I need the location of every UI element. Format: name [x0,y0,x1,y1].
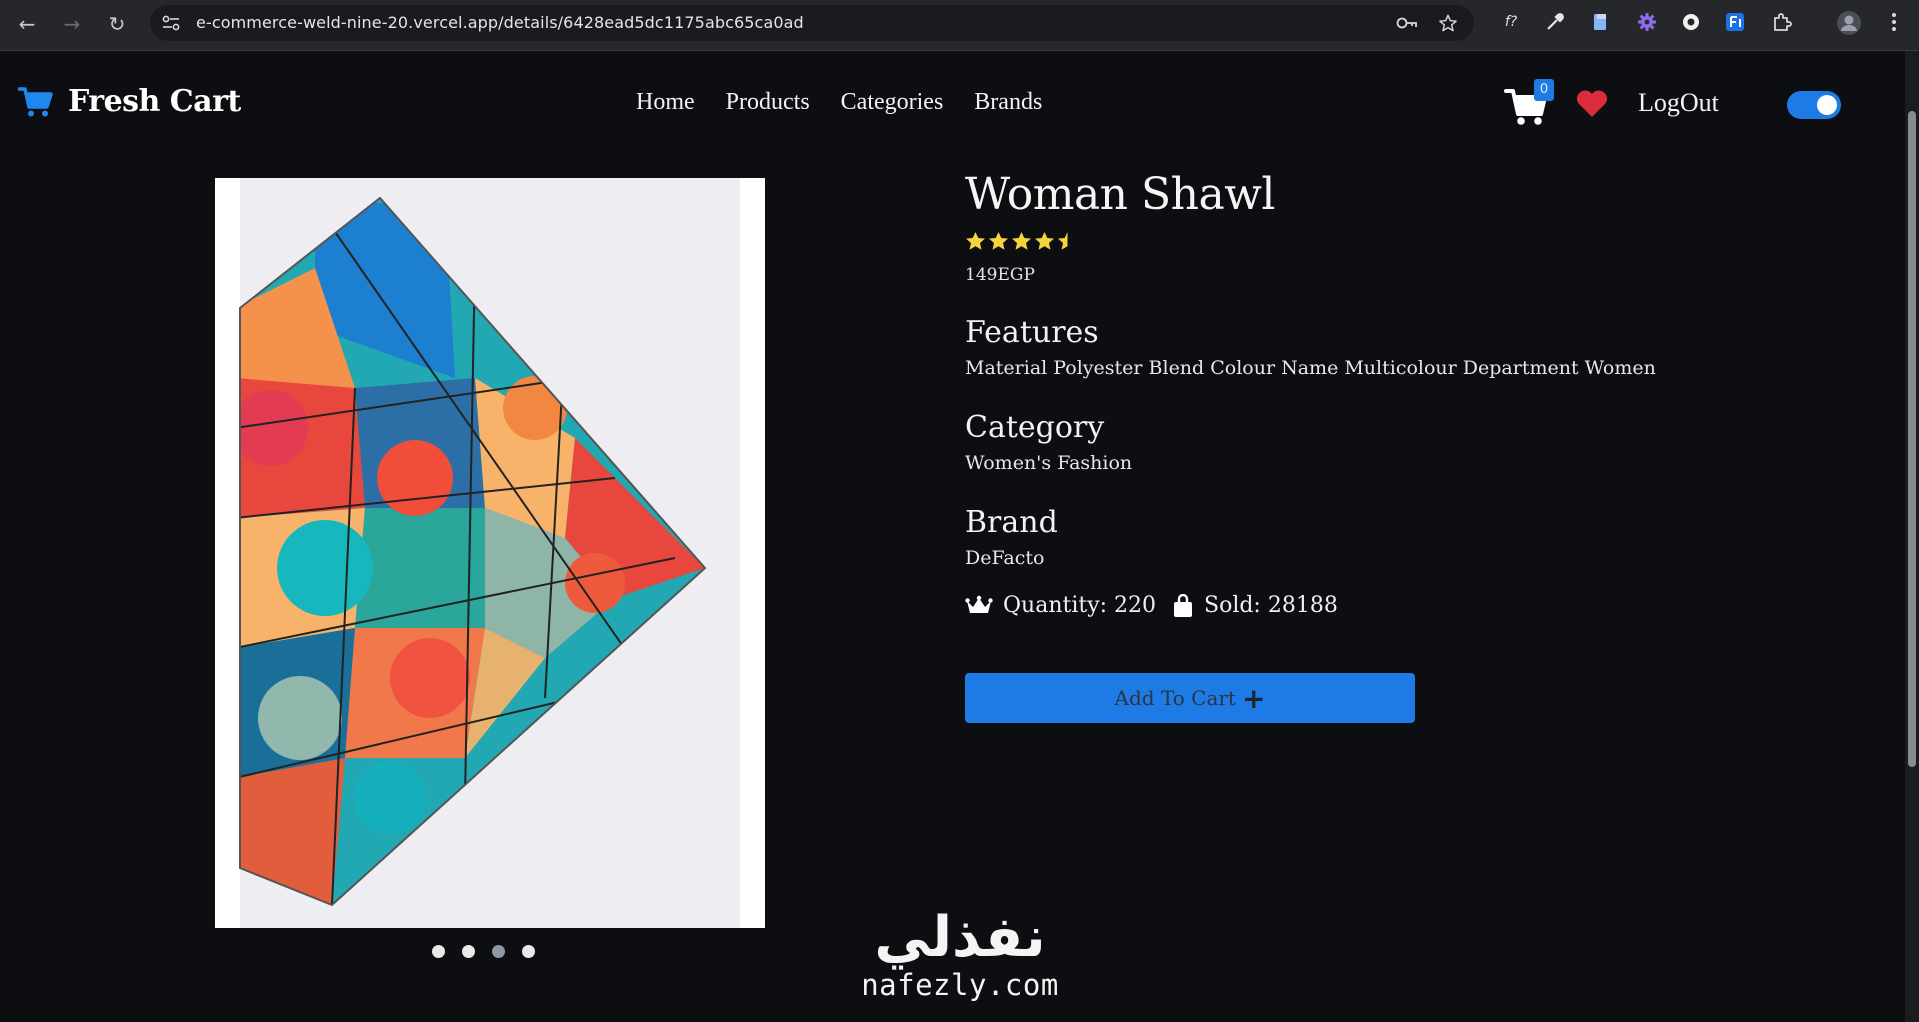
fi-extension-icon[interactable] [1724,11,1746,33]
features-text: Material Polyester Blend Colour Name Mul… [965,357,1656,379]
password-key-icon[interactable] [1396,14,1418,32]
sold-stat: Sold: 28188 [1172,593,1338,618]
carousel-dot-4[interactable] [522,945,535,958]
back-button[interactable]: ← [10,9,44,39]
circle-extension-icon[interactable] [1680,11,1702,33]
category-heading: Category [965,410,1105,445]
brand-logo[interactable]: Fresh Cart [18,84,241,119]
watermark-arabic: نفذلي [874,905,1046,970]
product-image [215,178,765,928]
url-text[interactable]: e-commerce-weld-nine-20.vercel.app/detai… [196,5,804,41]
nav-products[interactable]: Products [726,89,810,116]
nav-home[interactable]: Home [636,89,695,116]
half-star-icon [1058,232,1068,250]
profile-avatar-icon[interactable] [1836,10,1862,36]
brand-name: Fresh Cart [68,84,241,119]
watermark-logo: نفذلي nafezly.com [845,908,1075,1018]
image-carousel-dots [432,945,535,958]
gear-extension-icon[interactable] [1636,11,1658,33]
page-scrollbar[interactable] [1905,51,1919,1022]
watermark-latin: nafezly.com [861,968,1059,1002]
category-text: Women's Fashion [965,452,1133,474]
product-title: Woman Shawl [965,169,1275,220]
carousel-dot-1[interactable] [432,945,445,958]
browser-toolbar: ← → ↻ e-commerce-weld-nine-20.vercel.app… [0,0,1919,51]
sold-text: Sold: 28188 [1204,593,1338,618]
back-icon: ← [18,12,36,36]
docs-extension-icon[interactable] [1589,11,1611,33]
product-price: 149EGP [965,265,1035,285]
nav-brands[interactable]: Brands [974,89,1042,116]
shawl-illustration [239,178,740,928]
main-nav: Home Products Categories Brands [636,89,1042,116]
address-bar[interactable]: e-commerce-weld-nine-20.vercel.app/detai… [150,5,1474,41]
features-heading: Features [965,315,1099,350]
extensions-puzzle-icon[interactable] [1771,11,1793,33]
rating-stars [965,231,1078,251]
scrollbar-thumb[interactable] [1908,111,1916,767]
reload-icon: ↻ [108,12,126,36]
brand-text: DeFacto [965,547,1045,569]
crown-icon [965,595,993,613]
shopping-bag-icon [1174,593,1192,617]
star-icon [1035,232,1054,250]
forward-button[interactable]: → [55,9,89,39]
forward-icon: → [63,12,81,36]
carousel-dot-3[interactable] [492,945,505,958]
fx-extension-icon[interactable]: f? [1500,11,1522,33]
cart-count-badge: 0 [1534,79,1554,101]
browser-menu-icon[interactable] [1883,11,1905,33]
nav-categories[interactable]: Categories [841,89,944,116]
theme-toggle[interactable] [1787,91,1841,119]
eyedropper-extension-icon[interactable] [1544,11,1566,33]
page-content: Fresh Cart Home Products Categories Bran… [0,51,1905,1022]
carousel-dot-2[interactable] [462,945,475,958]
cart-button[interactable]: 0 [1504,79,1554,127]
logout-link[interactable]: LogOut [1638,88,1719,118]
add-to-cart-button[interactable]: Add To Cart + [965,673,1415,723]
bookmark-star-icon[interactable] [1437,14,1459,32]
star-icon [1012,232,1031,250]
add-to-cart-label: Add To Cart [1114,686,1236,710]
star-icon [966,232,985,250]
brand-heading: Brand [965,505,1058,540]
quantity-text: Quantity: 220 [1003,593,1157,618]
toggle-knob [1817,95,1837,115]
site-info-icon[interactable] [162,15,180,31]
quantity-stat: Quantity: 220 [965,593,1156,618]
reload-button[interactable]: ↻ [100,9,134,39]
plus-icon: + [1241,681,1266,715]
heart-icon[interactable] [1575,89,1609,119]
star-icon [989,232,1008,250]
cart-logo-icon [18,86,53,116]
